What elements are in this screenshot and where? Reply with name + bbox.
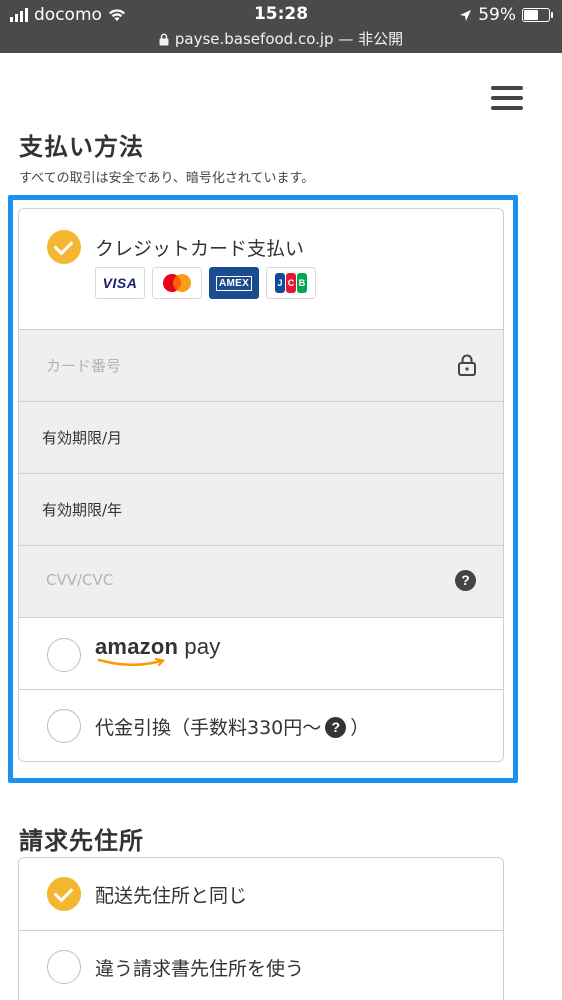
billing-title: 請求先住所: [19, 827, 144, 855]
radio-button[interactable]: [47, 950, 81, 984]
amex-text: AMEX: [215, 275, 253, 291]
amazon-word: amazon: [95, 634, 179, 659]
same-address-option[interactable]: 配送先住所と同じ: [19, 858, 503, 930]
expiry-month-label: 有効期限/月: [42, 429, 123, 447]
card-brand-logos: VISA AMEX J C B: [95, 267, 316, 299]
visa-logo-icon: VISA: [95, 267, 145, 299]
mastercard-logo-icon: [152, 267, 202, 299]
expiry-year-field[interactable]: 有効期限/年: [19, 473, 503, 545]
card-number-placeholder: カード番号: [46, 357, 122, 375]
payment-title: 支払い方法: [19, 133, 144, 161]
cash-on-delivery-option[interactable]: 代金引換（手数料330円〜?）: [19, 689, 503, 761]
different-address-option[interactable]: 違う請求書先住所を使う: [19, 930, 503, 1000]
amex-logo-icon: AMEX: [209, 267, 259, 299]
credit-card-label: クレジットカード支払い: [95, 238, 305, 260]
radio-button[interactable]: [47, 638, 81, 672]
battery-percent: 59%: [478, 5, 516, 25]
jcb-logo-icon: J C B: [266, 267, 316, 299]
billing-options-panel: 配送先住所と同じ 違う請求書先住所を使う: [18, 857, 504, 1000]
jcb-letter: C: [286, 273, 296, 293]
credit-card-option[interactable]: クレジットカード支払い VISA AMEX J C B: [19, 209, 503, 329]
battery-icon: [522, 8, 553, 22]
lock-icon: [159, 33, 169, 46]
payment-subtitle: すべての取引は安全であり、暗号化されています。: [19, 171, 315, 186]
same-address-label: 配送先住所と同じ: [95, 885, 248, 907]
card-number-field[interactable]: カード番号: [19, 329, 503, 401]
expiry-month-field[interactable]: 有効期限/月: [19, 401, 503, 473]
cod-label-close: ）: [350, 717, 370, 739]
question-icon[interactable]: ?: [325, 717, 347, 738]
url-text: payse.basefood.co.jp: [174, 30, 334, 48]
cod-label: 代金引換（手数料330円〜?）: [95, 713, 369, 740]
jcb-letter: J: [275, 273, 285, 293]
payment-options-panel: クレジットカード支払い VISA AMEX J C B カード番号 有効期限/月…: [18, 208, 504, 762]
cvv-placeholder: CVV/CVC: [46, 571, 114, 589]
pay-word: pay: [178, 634, 221, 659]
menu-icon[interactable]: [491, 86, 523, 114]
cod-label-text: 代金引換（手数料330円〜: [95, 717, 322, 739]
selected-check-icon[interactable]: [47, 230, 81, 264]
location-arrow-icon: [460, 9, 472, 21]
address-bar[interactable]: payse.basefood.co.jp — 非公開: [0, 28, 562, 49]
different-address-label: 違う請求書先住所を使う: [95, 958, 305, 980]
url-private-label: — 非公開: [333, 30, 404, 48]
help-icon[interactable]: ?: [455, 570, 476, 591]
selected-check-icon[interactable]: [47, 877, 81, 911]
jcb-letter: B: [297, 273, 307, 293]
cvv-field[interactable]: CVV/CVC ?: [19, 545, 503, 617]
status-right: 59%: [459, 5, 553, 25]
amazon-pay-option[interactable]: amazon pay: [19, 617, 503, 689]
visa-text: VISA: [102, 275, 138, 291]
expiry-year-label: 有効期限/年: [42, 501, 123, 519]
padlock-icon: [458, 354, 476, 376]
radio-button[interactable]: [47, 709, 81, 743]
status-bar: docomo 15:28 59% payse.basefood.co.jp — …: [0, 0, 562, 53]
amazon-pay-logo-icon: amazon pay: [95, 634, 221, 667]
